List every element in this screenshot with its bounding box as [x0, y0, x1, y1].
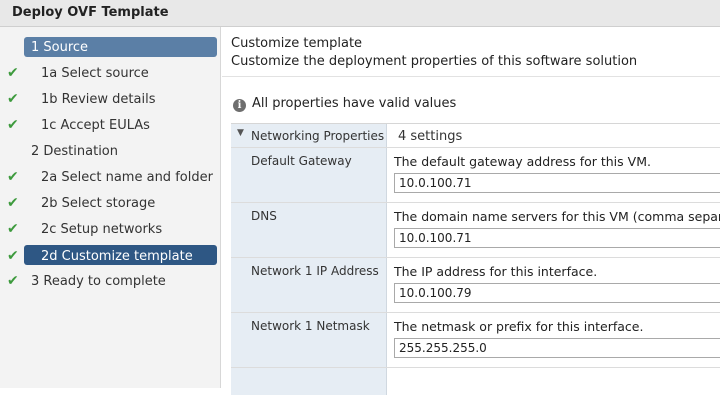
check-icon: ✔	[7, 248, 19, 264]
step-label: 2 Destination	[31, 144, 119, 159]
property-description: The IP address for this interface.	[394, 264, 598, 279]
step-accept-eulas[interactable]: ✔ 1c Accept EULAs	[0, 113, 220, 139]
property-name: Default Gateway	[251, 154, 352, 168]
property-row: Network 1 IP Address The IP address for …	[231, 258, 720, 313]
step-customize-template[interactable]: ✔ 2d Customize template	[0, 244, 220, 270]
property-name: Network 1 IP Address	[251, 264, 379, 278]
step-source[interactable]: 1 Source	[0, 35, 220, 61]
step-ready-to-complete[interactable]: ✔ 3 Ready to complete	[0, 269, 220, 295]
step-label: 2a Select name and folder	[41, 170, 213, 185]
step-select-name-folder[interactable]: ✔ 2a Select name and folder	[0, 165, 220, 191]
check-icon: ✔	[7, 91, 19, 107]
caret-down-icon[interactable]: ▼	[237, 128, 244, 138]
step-select-storage[interactable]: ✔ 2b Select storage	[0, 191, 220, 217]
page-subtitle: Customize the deployment properties of t…	[231, 54, 638, 69]
page-title: Customize template	[231, 36, 363, 51]
property-description: The domain name servers for this VM (com…	[394, 209, 720, 224]
step-label: 2d Customize template	[41, 249, 193, 264]
step-label: 3 Ready to complete	[31, 274, 166, 289]
step-destination[interactable]: 2 Destination	[0, 139, 220, 165]
step-label: 1 Source	[31, 40, 89, 55]
step-label: 1b Review details	[41, 92, 156, 107]
default-gateway-input[interactable]	[394, 173, 720, 193]
netmask-input[interactable]	[394, 338, 720, 358]
property-description: The netmask or prefix for this interface…	[394, 319, 644, 334]
property-row: DNS The domain name servers for this VM …	[231, 203, 720, 258]
check-icon: ✔	[7, 221, 19, 237]
group-networking-properties[interactable]: ▼ Networking Properties 4 settings	[231, 124, 720, 148]
group-label: Networking Properties	[251, 129, 385, 143]
group-count: 4 settings	[398, 129, 463, 144]
dns-input[interactable]	[394, 228, 720, 248]
title-bar: Deploy OVF Template	[0, 0, 720, 27]
step-label: 2c Setup networks	[41, 222, 163, 237]
step-select-source[interactable]: ✔ 1a Select source	[0, 61, 220, 87]
window-title: Deploy OVF Template	[12, 5, 169, 20]
property-description: The default gateway address for this VM.	[394, 154, 651, 169]
properties-grid: ▼ Networking Properties 4 settings Defau…	[231, 123, 720, 395]
step-setup-networks[interactable]: ✔ 2c Setup networks	[0, 217, 220, 243]
check-icon: ✔	[7, 195, 19, 211]
main-content: Customize template Customize the deploym…	[222, 27, 720, 395]
wizard-steps-sidebar: 1 Source ✔ 1a Select source ✔ 1b Review …	[0, 27, 221, 388]
step-label: 1a Select source	[41, 66, 149, 81]
step-label: 1c Accept EULAs	[41, 118, 150, 133]
check-icon: ✔	[7, 273, 19, 289]
step-label: 2b Select storage	[41, 196, 156, 211]
info-icon: i	[233, 99, 246, 112]
property-name: Network 1 Netmask	[251, 319, 370, 333]
check-icon: ✔	[7, 65, 19, 81]
property-row: Network 1 Netmask The netmask or prefix …	[231, 313, 720, 368]
check-icon: ✔	[7, 169, 19, 185]
property-row: Default Gateway The default gateway addr…	[231, 148, 720, 203]
validation-text: All properties have valid values	[252, 96, 457, 111]
property-name: DNS	[251, 209, 277, 223]
validation-status: i All properties have valid values	[233, 96, 456, 112]
step-review-details[interactable]: ✔ 1b Review details	[0, 87, 220, 113]
check-icon: ✔	[7, 117, 19, 133]
ip-address-input[interactable]	[394, 283, 720, 303]
header-divider	[222, 76, 720, 77]
